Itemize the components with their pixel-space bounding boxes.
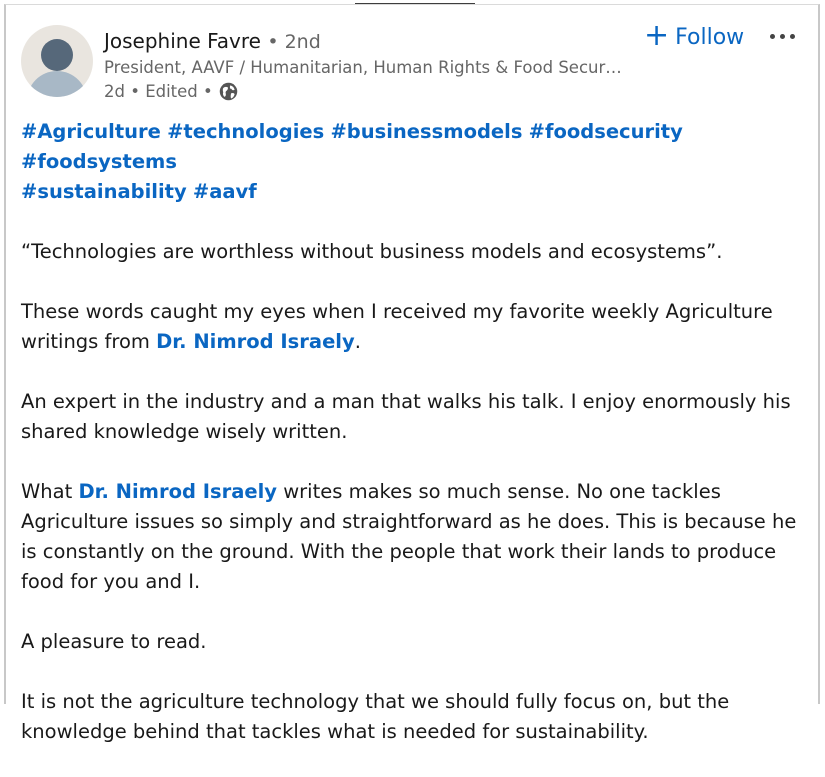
globe-icon xyxy=(219,82,237,101)
follow-button[interactable]: + Follow xyxy=(644,18,745,53)
post-paragraph: These words caught my eyes when I receiv… xyxy=(21,297,811,357)
ellipsis-icon[interactable] xyxy=(770,26,804,46)
post-time: 2d • Edited • xyxy=(104,82,213,101)
hashtag-link[interactable]: #foodsystems xyxy=(21,150,177,173)
post-paragraph: An expert in the industry and a man that… xyxy=(21,390,791,443)
plus-icon: + xyxy=(644,18,670,53)
avatar-head-shape xyxy=(41,39,73,71)
post-paragraph: It is not the agriculture technology tha… xyxy=(21,690,730,743)
author-name[interactable]: Josephine Favre xyxy=(104,29,261,53)
post-meta: 2d • Edited • xyxy=(104,81,239,102)
hashtag-link[interactable]: #foodsecurity xyxy=(529,120,683,143)
hashtag-link[interactable]: #sustainability xyxy=(21,180,187,203)
paragraph-text: . xyxy=(354,330,361,353)
connection-degree: • 2nd xyxy=(267,31,321,53)
post-body: #Agriculture #technologies #businessmode… xyxy=(21,117,811,777)
paragraph-text: What xyxy=(21,480,79,503)
avatar-body-shape xyxy=(27,71,87,97)
post-quote: “Technologies are worthless without busi… xyxy=(21,240,723,263)
post-paragraph: What Dr. Nimrod Israely writes makes so … xyxy=(21,477,811,597)
follow-label: Follow xyxy=(675,25,745,50)
post-paragraph: A pleasure to read. xyxy=(21,630,207,653)
author-name-row: Josephine Favre • 2nd xyxy=(104,29,321,53)
hashtag-line: #Agriculture #technologies #businessmode… xyxy=(21,117,811,207)
mention-link[interactable]: Dr. Nimrod Israely xyxy=(78,480,277,503)
hashtag-link[interactable]: #aavf xyxy=(193,180,257,203)
mention-link[interactable]: Dr. Nimrod Israely xyxy=(156,330,355,353)
hashtag-link[interactable]: #technologies xyxy=(167,120,324,143)
paragraph-text: These words caught my eyes when I receiv… xyxy=(21,300,773,353)
hashtag-link[interactable]: #businessmodels xyxy=(330,120,522,143)
author-headline: President, AAVF / Humanitarian, Human Ri… xyxy=(104,58,624,77)
hashtag-link[interactable]: #Agriculture xyxy=(21,120,161,143)
author-avatar[interactable] xyxy=(21,25,93,97)
